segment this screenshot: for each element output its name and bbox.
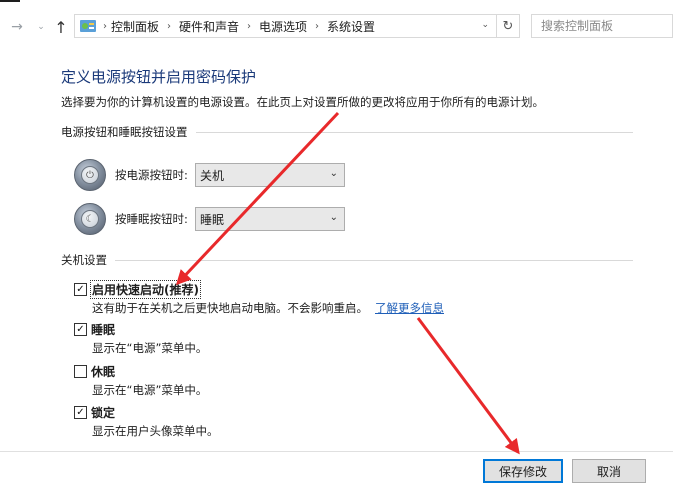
breadcrumb-separator: › [247, 20, 252, 32]
save-button[interactable]: 保存修改 [483, 459, 563, 483]
sleep-description: 显示在“电源”菜单中。 [92, 341, 208, 355]
sleep-button-icon: ☾ [74, 203, 106, 235]
learn-more-link[interactable]: 了解更多信息 [375, 301, 444, 315]
breadcrumb: 控制面板 › 硬件和声音 › 电源选项 › 系统设置 [111, 18, 375, 35]
page-subtitle: 选择要为你的计算机设置的电源设置。在此页上对设置所做的更改将应用于你所有的电源计… [61, 95, 544, 109]
navigation-bar: → ⌄ ↑ › 控制面板 › 硬件和声音 › 电源选项 › 系统设置 ⌄ ↻ [0, 0, 673, 50]
section-power-buttons: 电源按钮和睡眠按钮设置 [61, 125, 633, 139]
checkbox-hibernate[interactable]: 休眠 [74, 363, 115, 380]
section-shutdown: 关机设置 [61, 253, 633, 267]
checkbox-checked[interactable]: ✓ [74, 283, 87, 296]
sleep-button-select[interactable]: 睡眠 ⌄ [195, 207, 345, 231]
checkbox-lock[interactable]: ✓ 锁定 [74, 404, 115, 421]
breadcrumb-item-system-settings[interactable]: 系统设置 [327, 18, 375, 35]
breadcrumb-separator: › [167, 20, 172, 32]
section-divider [115, 259, 633, 261]
breadcrumb-separator: › [315, 20, 320, 32]
checkbox-checked[interactable]: ✓ [74, 406, 87, 419]
sleep-button-row: ☾ 按睡眠按钮时: 睡眠 ⌄ [74, 203, 345, 235]
checkbox-fast-startup[interactable]: ✓ 启用快速启动(推荐) [74, 280, 201, 299]
search-input[interactable] [531, 14, 673, 38]
checkbox-sleep[interactable]: ✓ 睡眠 [74, 321, 115, 338]
chevron-down-icon[interactable]: ⌄ [32, 17, 50, 37]
power-button-row: ⏻ 按电源按钮时: 关机 ⌄ [74, 159, 345, 191]
address-bar[interactable]: › 控制面板 › 硬件和声音 › 电源选项 › 系统设置 ⌄ ↻ [74, 14, 520, 38]
arrow-left-icon[interactable]: → [8, 17, 26, 37]
refresh-icon[interactable]: ↻ [496, 15, 519, 37]
chevron-down-icon: ⌄ [329, 212, 338, 223]
description-text: 这有助于在关机之后更快地启动电脑。不会影响重启。 [92, 301, 368, 315]
power-button-icon: ⏻ [74, 159, 106, 191]
checkbox-checked[interactable]: ✓ [74, 323, 87, 336]
sleep-button-label: 按睡眠按钮时: [115, 212, 188, 226]
section-divider [195, 131, 633, 133]
page-title: 定义电源按钮并启用密码保护 [61, 68, 257, 86]
checkbox-unchecked[interactable] [74, 365, 87, 378]
red-arrow-to-save [416, 317, 520, 455]
lock-description: 显示在用户头像菜单中。 [92, 424, 219, 438]
checkbox-label: 休眠 [91, 365, 116, 379]
breadcrumb-item-hardware-sound[interactable]: 硬件和声音 [179, 18, 239, 35]
arrow-up-icon[interactable]: ↑ [52, 17, 70, 37]
checkbox-label: 睡眠 [91, 323, 116, 337]
control-panel-icon [80, 20, 96, 32]
power-button-value: 关机 [200, 168, 225, 183]
address-dropdown-icon[interactable]: ⌄ [481, 20, 489, 30]
checkbox-label: 锁定 [91, 406, 116, 420]
sleep-button-value: 睡眠 [200, 212, 225, 227]
section-header: 关机设置 [61, 253, 107, 267]
breadcrumb-item-control-panel[interactable]: 控制面板 [111, 18, 159, 35]
breadcrumb-separator: › [103, 20, 107, 32]
hibernate-description: 显示在“电源”菜单中。 [92, 383, 208, 397]
power-button-label: 按电源按钮时: [115, 168, 188, 182]
breadcrumb-item-power-options[interactable]: 电源选项 [259, 18, 307, 35]
checkbox-label: 启用快速启动(推荐) [90, 280, 201, 299]
cancel-button[interactable]: 取消 [572, 459, 646, 483]
power-button-select[interactable]: 关机 ⌄ [195, 163, 345, 187]
chevron-down-icon: ⌄ [329, 168, 338, 179]
section-header: 电源按钮和睡眠按钮设置 [61, 125, 188, 139]
footer-divider [0, 451, 673, 452]
fast-startup-description: 这有助于在关机之后更快地启动电脑。不会影响重启。 了解更多信息 [92, 300, 444, 316]
